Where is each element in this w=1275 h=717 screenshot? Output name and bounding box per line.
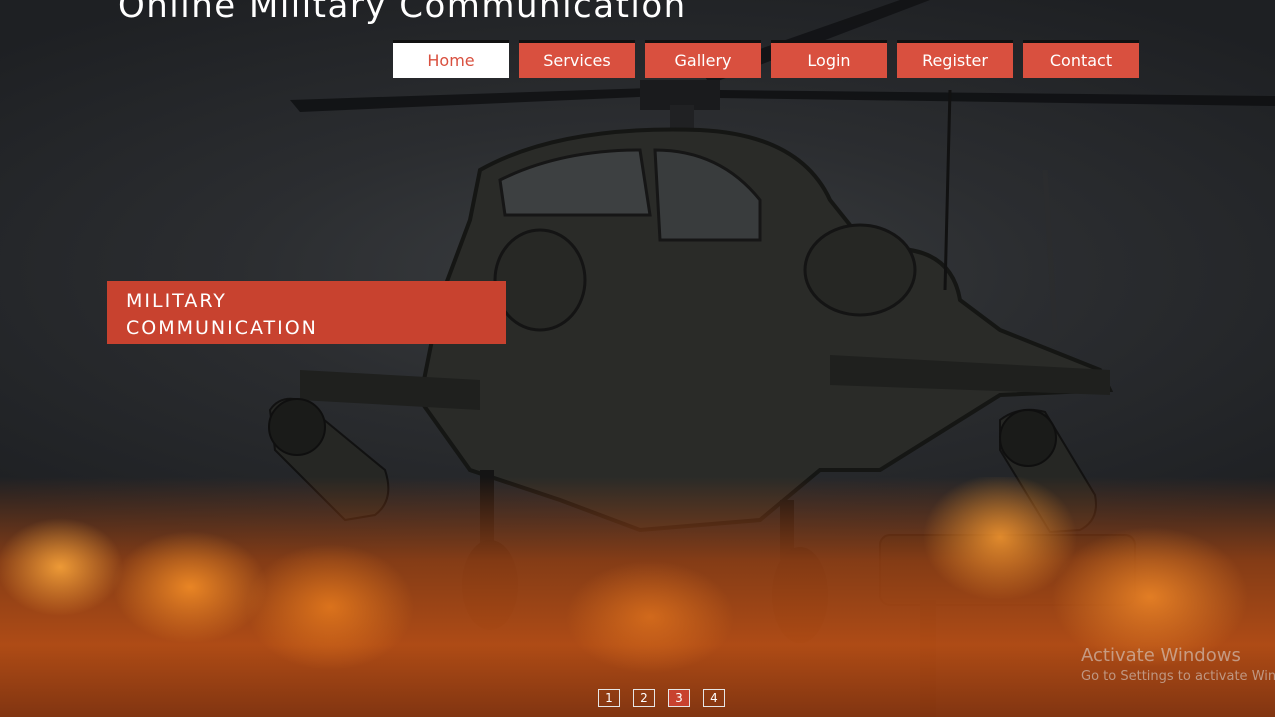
- slider-pagination: 1 2 3 4: [598, 689, 725, 707]
- nav-contact[interactable]: Contact: [1023, 40, 1139, 78]
- slide-caption-line-1: MILITARY: [126, 290, 227, 312]
- nav-login[interactable]: Login: [771, 40, 887, 78]
- watermark-subtitle: Go to Settings to activate Windows.: [1081, 669, 1275, 684]
- main-nav: Home Services Gallery Login Register Con…: [393, 40, 1139, 78]
- pager-button-2[interactable]: 2: [633, 689, 655, 707]
- pager-button-3[interactable]: 3: [668, 689, 690, 707]
- nav-register[interactable]: Register: [897, 40, 1013, 78]
- slide-caption: MILITARY COMMUNICATION: [107, 281, 506, 344]
- pager-button-1[interactable]: 1: [598, 689, 620, 707]
- windows-activation-watermark: Activate Windows Go to Settings to activ…: [1081, 645, 1275, 687]
- slide-caption-line-2: COMMUNICATION: [126, 317, 318, 339]
- hero-slider: Online Military Communication Home Servi…: [0, 0, 1275, 717]
- nav-gallery[interactable]: Gallery: [645, 40, 761, 78]
- nav-services[interactable]: Services: [519, 40, 635, 78]
- pager-button-4[interactable]: 4: [703, 689, 725, 707]
- watermark-title: Activate Windows: [1081, 645, 1241, 666]
- site-title[interactable]: Online Military Communication: [118, 0, 687, 26]
- nav-home[interactable]: Home: [393, 40, 509, 78]
